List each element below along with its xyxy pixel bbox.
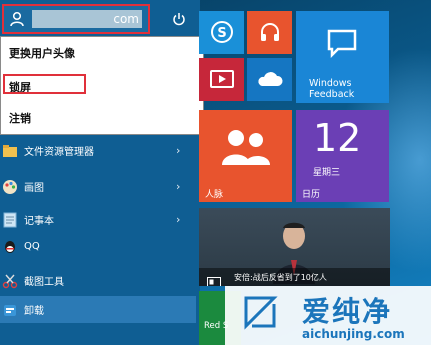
- logo-mark-icon: [240, 292, 280, 336]
- tile-label: Feedback: [309, 89, 355, 100]
- app-item-paint[interactable]: 画图 ›: [0, 173, 196, 200]
- video-icon: [210, 69, 234, 93]
- svg-text:S: S: [217, 26, 226, 41]
- onedrive-icon: [256, 70, 284, 92]
- tile-people[interactable]: 人脉: [199, 110, 292, 202]
- power-icon[interactable]: [168, 8, 190, 30]
- uninstall-icon: [1, 301, 19, 319]
- snipping-tool-icon: [1, 272, 19, 290]
- tile-windows-feedback[interactable]: Windows Feedback: [296, 11, 389, 103]
- chevron-right-icon[interactable]: ›: [176, 213, 180, 226]
- qq-icon: [1, 238, 19, 256]
- tile-music[interactable]: [247, 11, 292, 54]
- user-context-menu: 更换用户头像 锁屏 注销: [0, 36, 204, 135]
- user-account-button[interactable]: com: [2, 4, 150, 34]
- user-icon: [6, 8, 28, 30]
- calendar-day: 12: [313, 116, 362, 160]
- watermark-name: 爱纯净: [302, 295, 393, 328]
- skype-icon: S: [210, 20, 234, 48]
- headphones-icon: [258, 20, 282, 48]
- lock-highlight-box: [3, 74, 86, 94]
- feedback-icon: [326, 28, 358, 62]
- app-item-qq[interactable]: QQ: [0, 233, 196, 260]
- app-label: 画图: [24, 183, 44, 194]
- paint-icon: [1, 178, 19, 196]
- app-item-snipping-tool[interactable]: 截图工具: [0, 267, 196, 294]
- tile-skype[interactable]: S: [199, 11, 244, 54]
- people-icon: [218, 125, 274, 173]
- app-label: 文件资源管理器: [24, 147, 94, 158]
- tile-label: Windows: [309, 78, 352, 89]
- app-label: 记事本: [24, 216, 54, 227]
- tile-news[interactable]: 安倍:战后反省到了10亿人: [199, 208, 390, 286]
- calendar-weekday: 星期三: [313, 168, 341, 178]
- tile-onedrive[interactable]: [247, 58, 292, 101]
- chevron-right-icon[interactable]: ›: [176, 144, 180, 157]
- app-item-notepad[interactable]: 记事本 ›: [0, 206, 196, 233]
- watermark-logo: 爱纯净 aichunjing.com: [225, 286, 431, 345]
- folder-icon: [1, 142, 19, 160]
- tile-video[interactable]: [199, 58, 244, 101]
- watermark-url: aichunjing.com: [302, 327, 405, 341]
- app-item-file-explorer[interactable]: 文件资源管理器 ›: [0, 137, 196, 164]
- chevron-right-icon[interactable]: ›: [176, 180, 180, 193]
- menu-item-change-avatar[interactable]: 更换用户头像: [9, 45, 75, 61]
- app-item-uninstall[interactable]: 卸载: [0, 296, 196, 323]
- tile-label: 日历: [302, 190, 321, 200]
- news-headline: 安倍:战后反省到了10亿人: [234, 273, 327, 282]
- app-label: 卸载: [24, 306, 44, 317]
- notepad-icon: [1, 211, 19, 229]
- tile-label: 人脉: [205, 190, 224, 200]
- account-tail: com: [113, 12, 139, 26]
- app-label: QQ: [24, 241, 40, 252]
- user-name-redacted: com: [32, 10, 142, 28]
- news-tile-icon: [207, 272, 221, 286]
- tile-calendar[interactable]: 12 星期三 日历: [296, 110, 389, 202]
- app-label: 截图工具: [24, 277, 64, 288]
- menu-item-sign-out[interactable]: 注销: [9, 110, 31, 126]
